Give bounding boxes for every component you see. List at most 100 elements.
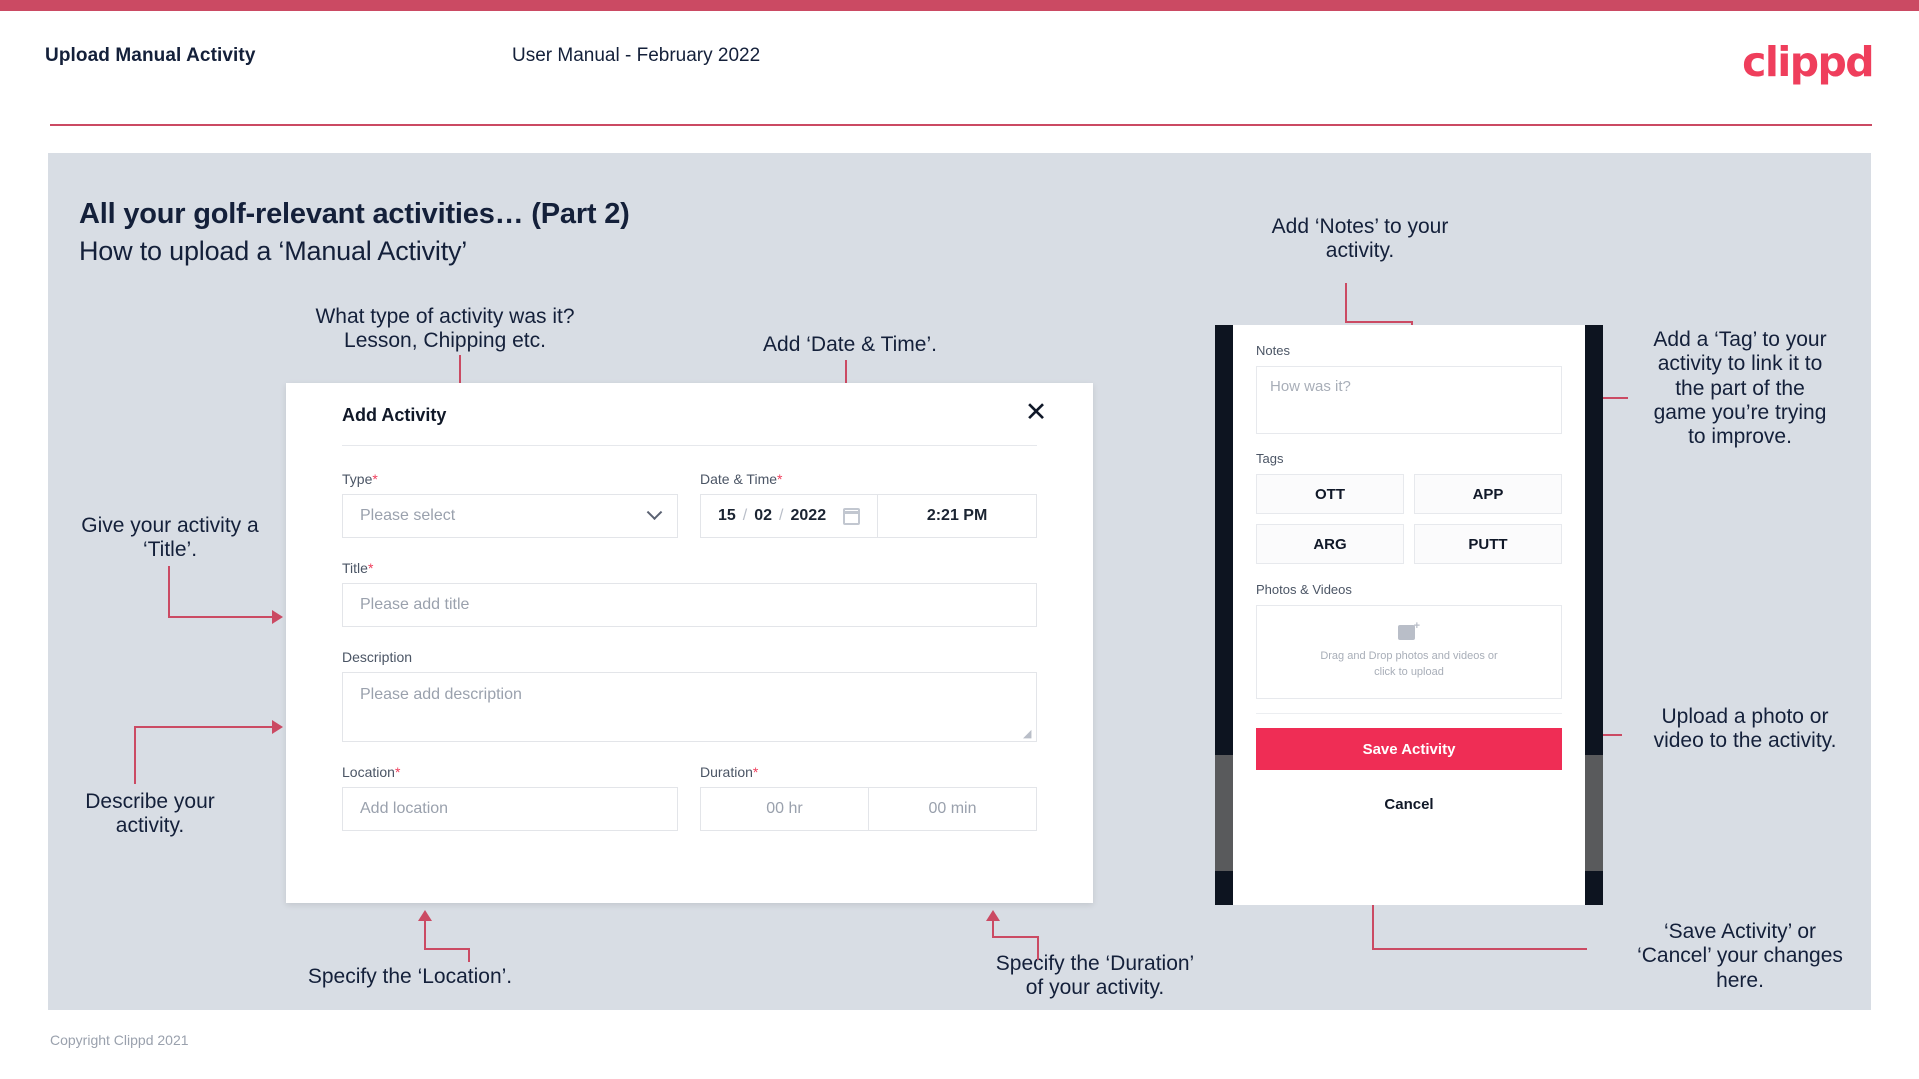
duration-label-text: Duration [700,764,753,780]
annotation-title-line-h [168,616,274,618]
annotation-title: Give your activity a ‘Title’. [81,514,259,562]
type-label: Type* [342,471,678,487]
chevron-down-icon [646,503,663,520]
image-upload-icon: + [1398,621,1420,642]
dropzone-text: Drag and Drop photos and videos or click… [1320,649,1497,681]
location-required-marker: * [394,764,401,780]
tag-button-app[interactable]: APP [1414,474,1562,514]
form-row-type-datetime: Type* Please select Date & Time* 15 / 02… [342,471,1037,538]
field-type: Type* Please select [342,471,678,538]
field-description: Description Please add description ◢ [342,649,1037,742]
modal-header: Add Activity ✕ [286,383,1093,445]
annotation-duration: Specify the ‘Duration’ of your activity. [995,952,1195,1000]
annotation-notes: Add ‘Notes’ to your activity. [1271,215,1449,263]
annotation-title-arrowhead [272,610,283,624]
annotation-describe-arrowhead [272,720,283,734]
duration-hours-input[interactable]: 00 hr [701,788,868,830]
annotation-tag: Add a ‘Tag’ to your activity to link it … [1653,328,1827,449]
annotation-datetime: Add ‘Date & Time’. [763,333,937,356]
annotation-save: ‘Save Activity’ or ‘Cancel’ your changes… [1637,920,1843,992]
slide-heading: All your golf-relevant activities… (Part… [79,198,630,230]
datetime-required-marker: * [777,471,783,487]
slide-subheading: How to upload a ‘Manual Activity’ [79,236,468,266]
duration-minutes-input[interactable]: 00 min [868,788,1036,830]
duration-control: 00 hr 00 min [700,787,1037,831]
datetime-label: Date & Time* [700,471,1037,487]
annotation-upload: Upload a photo or video to the activity. [1653,705,1837,753]
annotation-location-arrowhead [418,910,432,921]
tag-button-putt[interactable]: PUTT [1414,524,1562,564]
dropzone-line-1: Drag and Drop photos and videos or [1320,650,1498,663]
tag-button-ott[interactable]: OTT [1256,474,1404,514]
location-label: Location* [342,764,678,780]
close-icon[interactable]: ✕ [1019,395,1053,429]
annotation-notes-line-h [1345,321,1413,323]
type-placeholder: Please select [360,507,456,524]
type-label-text: Type [342,471,373,487]
slide-root: Upload Manual Activity User Manual - Feb… [0,0,1919,1079]
annotation-duration-line-v1 [1037,938,1039,960]
form-row-location-duration: Location* Add location Duration* 00 hr 0… [342,764,1037,831]
annotation-title-line-v [168,566,170,618]
tag-button-arg[interactable]: ARG [1256,524,1404,564]
add-activity-modal: Add Activity ✕ Type* Please select Date [286,383,1093,903]
date-sep-2: / [779,507,784,524]
description-label: Description [342,649,1037,665]
header-divider [50,124,1872,126]
footer-copyright: Copyright Clippd 2021 [50,1032,189,1048]
annotation-duration-line-h [992,936,1039,938]
title-label: Title* [342,560,1037,576]
phone-photos-label: Photos & Videos [1256,582,1352,597]
phone-notes-textarea[interactable]: How was it? [1256,366,1562,434]
duration-required-marker: * [752,764,759,780]
date-input[interactable]: 15 / 02 / 2022 [701,495,877,537]
annotation-notes-line-v1 [1345,283,1347,323]
field-duration: Duration* 00 hr 00 min [700,764,1037,831]
description-placeholder: Please add description [360,686,522,703]
date-year: 2022 [790,507,827,524]
resize-handle-icon[interactable]: ◢ [1023,729,1033,740]
phone-tags-label: Tags [1256,451,1284,466]
top-accent-bar [0,0,1919,11]
date-month: 02 [754,507,773,524]
datetime-label-text: Date & Time [700,471,778,487]
annotation-save-line-h [1372,948,1587,950]
clippd-logo: clippd [1742,38,1874,86]
field-location: Location* Add location [342,764,678,831]
phone-mockup: Notes How was it? Tags OTT APP ARG PUTT … [1215,325,1603,905]
dropzone-line-2: click to upload [1374,666,1444,678]
annotation-location-line-v2 [424,920,426,950]
description-textarea[interactable]: Please add description ◢ [342,672,1037,742]
save-activity-button[interactable]: Save Activity [1256,728,1562,770]
field-title: Title* Please add title [342,560,1037,627]
annotation-duration-arrowhead [986,910,1000,921]
phone-dropzone[interactable]: + Drag and Drop photos and videos or cli… [1256,605,1562,699]
modal-header-divider [342,445,1037,446]
phone-screen: Notes How was it? Tags OTT APP ARG PUTT … [1233,325,1585,905]
page-title: Upload Manual Activity [45,45,256,66]
type-required-marker: * [372,471,378,487]
page-subtitle: User Manual - February 2022 [512,45,761,66]
activity-form: Type* Please select Date & Time* 15 / 02… [342,471,1037,831]
duration-label: Duration* [700,764,1037,780]
phone-divider [1256,713,1562,714]
type-select[interactable]: Please select [342,494,678,538]
phone-tags-grid: OTT APP ARG PUTT [1256,474,1562,564]
field-datetime: Date & Time* 15 / 02 / 2022 2:21 PM [700,471,1037,538]
location-input[interactable]: Add location [342,787,678,831]
calendar-icon[interactable] [843,507,861,525]
title-required-marker: * [367,560,374,576]
title-label-text: Title [342,560,368,576]
phone-volume-button-left [1215,755,1233,871]
annotation-describe-line-v [134,726,136,784]
time-input[interactable]: 2:21 PM [877,495,1036,537]
annotation-location: Specify the ‘Location’. [307,965,513,988]
phone-notes-label: Notes [1256,343,1290,358]
phone-power-button-right [1585,755,1603,871]
annotation-describe-line-h [134,726,276,728]
annotation-describe: Describe your activity. [85,790,215,838]
annotation-type: What type of activity was it? Lesson, Ch… [315,305,575,353]
title-input[interactable]: Please add title [342,583,1037,627]
description-label-text: Description [342,649,413,665]
cancel-button[interactable]: Cancel [1256,796,1562,813]
